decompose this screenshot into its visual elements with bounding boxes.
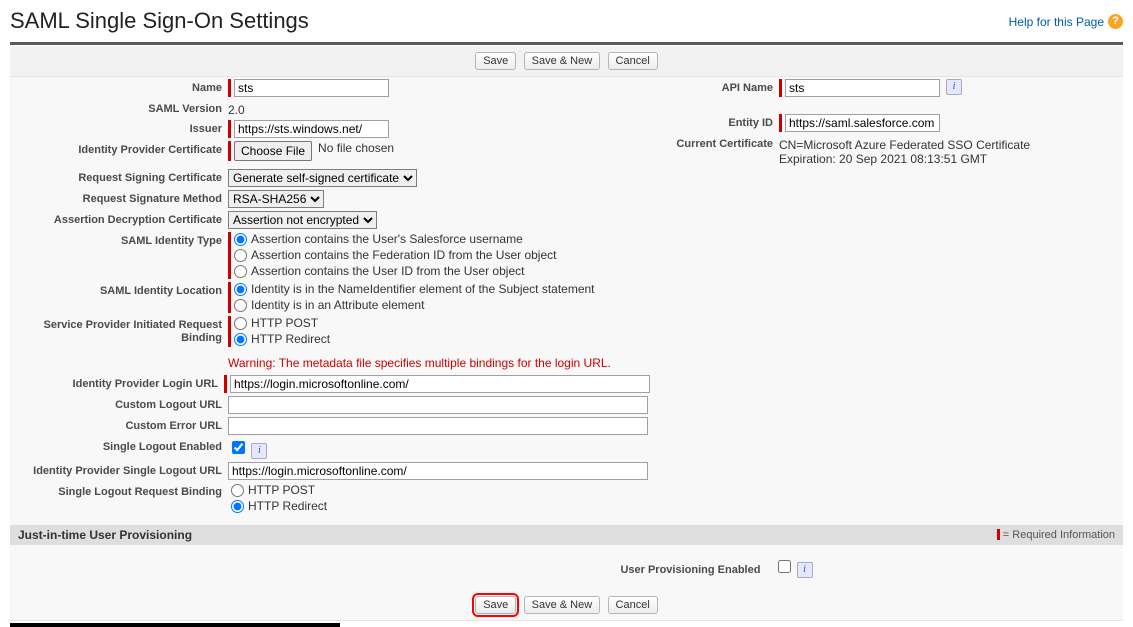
req-sign-cert-select[interactable]: Generate self-signed certificate <box>228 169 417 187</box>
current-cert-line1: CN=Microsoft Azure Federated SSO Certifi… <box>779 138 1123 152</box>
idp-cert-label: Identity Provider Certificate <box>78 144 222 156</box>
choose-file-button[interactable]: Choose File <box>234 141 312 161</box>
info-icon[interactable]: i <box>251 443 267 459</box>
slo-binding-option-0: HTTP POST <box>248 483 315 498</box>
saml-version-value: 2.0 <box>228 100 650 117</box>
cancel-button-top[interactable]: Cancel <box>608 52 658 70</box>
idp-slo-url-label: Identity Provider Single Logout URL <box>33 465 222 477</box>
save-and-new-button-top[interactable]: Save & New <box>524 52 601 70</box>
slo-binding-label: Single Logout Request Binding <box>58 486 222 498</box>
api-name-label: API Name <box>722 82 773 94</box>
binding-warning: Warning: The metadata file specifies mul… <box>228 356 650 370</box>
cancel-button-bottom[interactable]: Cancel <box>608 596 658 614</box>
required-info-legend: = Required Information <box>997 529 1115 541</box>
info-icon[interactable]: i <box>797 562 813 578</box>
entity-id-label: Entity ID <box>728 117 773 129</box>
saml-id-loc-option-0: Identity is in the NameIdentifier elemen… <box>251 282 595 297</box>
info-icon[interactable]: i <box>946 79 962 95</box>
top-button-bar: Save Save & New Cancel <box>10 46 1123 77</box>
issuer-label: Issuer <box>190 123 222 135</box>
api-name-input[interactable] <box>785 79 940 97</box>
custom-logout-url-input[interactable] <box>228 396 648 414</box>
sp-binding-label: Service Provider Initiated Request Bindi… <box>43 319 222 344</box>
saml-id-type-option-2: Assertion contains the User ID from the … <box>251 264 524 279</box>
idp-slo-url-input[interactable] <box>228 462 648 480</box>
req-sig-method-label: Request Signature Method <box>83 193 222 205</box>
page-title: SAML Single Sign-On Settings <box>10 8 309 34</box>
saml-id-type-radio-1[interactable] <box>234 249 247 262</box>
current-cert-label: Current Certificate <box>676 138 773 150</box>
sp-binding-option-0: HTTP POST <box>251 316 318 331</box>
req-sig-method-select[interactable]: RSA-SHA256 <box>228 190 324 208</box>
help-link[interactable]: Help for this Page ? <box>1009 14 1123 29</box>
custom-error-url-label: Custom Error URL <box>125 420 222 432</box>
issuer-input[interactable] <box>234 120 389 138</box>
user-provisioning-enabled-label: User Provisioning Enabled <box>320 564 770 576</box>
saml-id-loc-option-1: Identity is in an Attribute element <box>251 298 424 313</box>
slo-binding-radio-0[interactable] <box>231 484 244 497</box>
no-file-text: No file chosen <box>318 141 394 161</box>
single-logout-enabled-checkbox[interactable] <box>232 441 245 454</box>
single-logout-enabled-label: Single Logout Enabled <box>103 441 222 453</box>
sp-binding-radio-0[interactable] <box>234 317 247 330</box>
idp-login-url-input[interactable] <box>230 375 650 393</box>
save-and-new-button-bottom[interactable]: Save & New <box>524 596 601 614</box>
saml-id-loc-label: SAML Identity Location <box>100 285 222 297</box>
entity-id-input[interactable] <box>785 114 940 132</box>
save-button-bottom[interactable]: Save <box>475 596 516 614</box>
header-divider <box>10 42 1123 45</box>
bottom-button-bar: Save Save & New Cancel <box>10 590 1123 621</box>
help-link-text: Help for this Page <box>1009 15 1104 29</box>
assert-dec-cert-label: Assertion Decryption Certificate <box>54 214 222 226</box>
saml-id-loc-radio-1[interactable] <box>234 299 247 312</box>
req-sign-cert-label: Request Signing Certificate <box>78 172 222 184</box>
saml-id-type-radio-0[interactable] <box>234 233 247 246</box>
save-button-top[interactable]: Save <box>475 52 516 70</box>
saml-id-type-option-0: Assertion contains the User's Salesforce… <box>251 232 523 247</box>
saml-id-type-option-1: Assertion contains the Federation ID fro… <box>251 248 556 263</box>
footer-strip <box>10 623 340 627</box>
idp-login-url-label: Identity Provider Login URL <box>73 378 218 390</box>
assert-dec-cert-select[interactable]: Assertion not encrypted <box>228 211 377 229</box>
sp-binding-option-1: HTTP Redirect <box>251 332 330 347</box>
custom-logout-url-label: Custom Logout URL <box>115 399 222 411</box>
help-icon: ? <box>1108 14 1123 29</box>
custom-error-url-input[interactable] <box>228 417 648 435</box>
slo-binding-radio-1[interactable] <box>231 500 244 513</box>
current-cert-line2: Expiration: 20 Sep 2021 08:13:51 GMT <box>779 152 1123 166</box>
sp-binding-radio-1[interactable] <box>234 333 247 346</box>
user-provisioning-enabled-checkbox[interactable] <box>778 560 791 573</box>
saml-id-loc-radio-0[interactable] <box>234 283 247 296</box>
saml-id-type-label: SAML Identity Type <box>121 235 222 247</box>
jit-section-header: Just-in-time User Provisioning = Require… <box>10 525 1123 545</box>
slo-binding-option-1: HTTP Redirect <box>248 499 327 514</box>
saml-version-label: SAML Version <box>148 103 222 115</box>
name-label: Name <box>192 82 222 94</box>
name-input[interactable] <box>234 79 389 97</box>
saml-id-type-radio-2[interactable] <box>234 265 247 278</box>
jit-section-title: Just-in-time User Provisioning <box>18 528 192 542</box>
